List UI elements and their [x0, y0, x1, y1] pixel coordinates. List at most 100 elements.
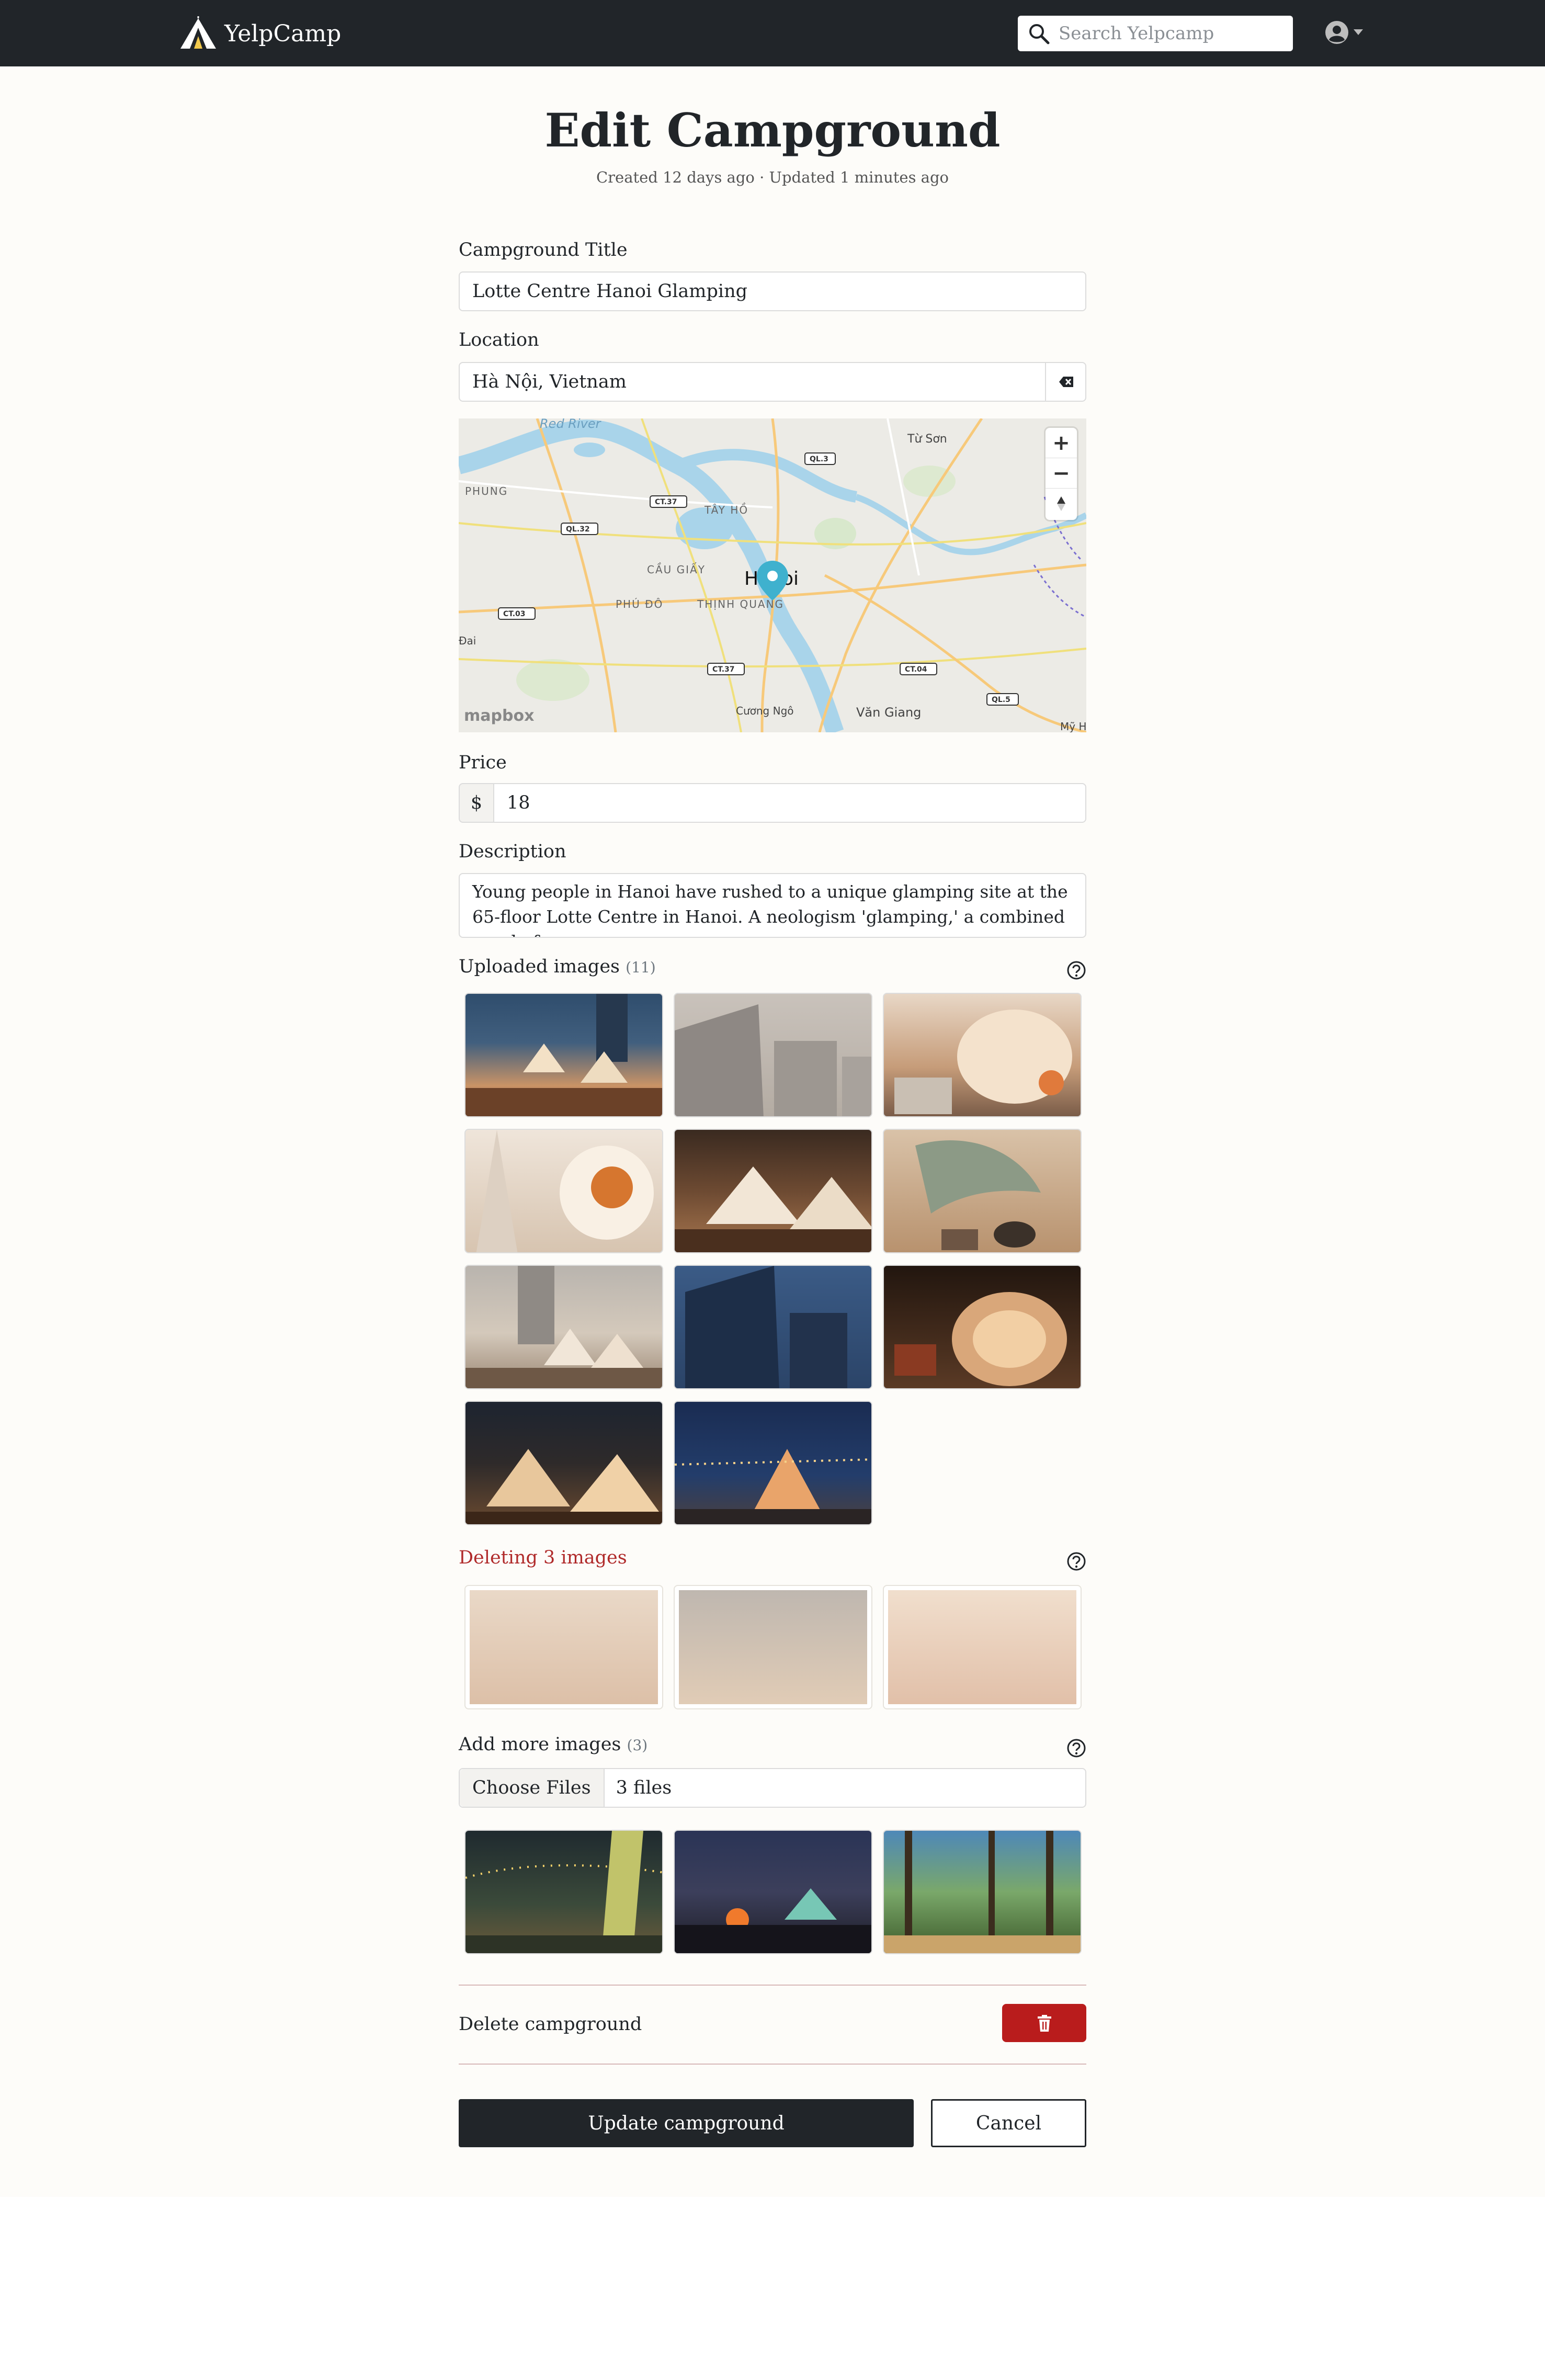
divider [459, 1985, 1086, 1986]
uploaded-image-thumbnail[interactable] [464, 1265, 663, 1389]
description-textarea[interactable]: Young people in Hanoi have rushed to a u… [459, 873, 1086, 938]
choose-files-button[interactable]: Choose Files [460, 1769, 605, 1807]
map-place-label: Red River [540, 418, 602, 431]
title-input[interactable]: Lotte Centre Hanoi Glamping [459, 271, 1086, 311]
map-place-label: Từ Sơn [907, 433, 947, 446]
user-avatar-icon [1325, 21, 1348, 44]
new-image-thumbnail[interactable] [883, 1830, 1082, 1954]
navbar: YelpCamp [0, 0, 1545, 66]
map-road-label: QL.32 [566, 525, 590, 534]
uploaded-image-thumbnail[interactable] [464, 1129, 663, 1253]
tents-lights-photo [465, 1449, 662, 1524]
add-images-label: Add more images [459, 1734, 621, 1755]
backspace-icon [1059, 377, 1073, 387]
map-place-label: Mỹ H [1060, 720, 1086, 732]
search-input[interactable] [1059, 23, 1289, 44]
deleting-image-thumbnail[interactable] [464, 1585, 663, 1709]
deleting-images-header: Deleting 3 images [459, 1547, 1086, 1573]
uploaded-image-thumbnail[interactable] [464, 993, 663, 1117]
interior-photo [894, 1010, 1072, 1114]
dome-night-photo [894, 1292, 1067, 1386]
deleting-image-thumbnail[interactable] [674, 1585, 872, 1709]
map-road-label: QL.5 [992, 696, 1010, 704]
tent-photo [465, 994, 662, 1116]
map-place-label: PHÚ ĐÔ [616, 598, 663, 610]
uploaded-images-title: Uploaded images (11) [459, 956, 656, 977]
uploaded-image-thumbnail[interactable] [883, 993, 1082, 1117]
delete-campground-label: Delete campground [459, 2014, 642, 2035]
currency-addon: $ [459, 783, 494, 823]
rooftop-tents-photo [465, 1266, 662, 1388]
search-icon [1029, 24, 1050, 44]
faded-image [888, 1590, 1076, 1704]
delete-campground-button[interactable] [1002, 2004, 1086, 2042]
map-place-label: TÂY HỒ [704, 503, 748, 516]
compass-button[interactable] [1046, 489, 1077, 519]
brand-name: YelpCamp [224, 20, 342, 47]
uploaded-image-thumbnail[interactable] [674, 993, 872, 1117]
map-place-label: Văn Giang [856, 705, 921, 720]
tent-blue-hour-photo [675, 1449, 871, 1524]
building-photo [675, 1004, 871, 1116]
map-place-label: CẦU GIẤY [647, 563, 706, 576]
uploaded-image-thumbnail[interactable] [674, 1265, 872, 1389]
file-input[interactable]: Choose Files 3 files [459, 1768, 1086, 1808]
compass-icon [1057, 496, 1065, 511]
location-map[interactable]: QL.3 CT.37 QL.32 CT.03 CT.37 CT.04 QL.5 … [459, 418, 1086, 732]
map-place-label: Cương Ngô [736, 705, 794, 717]
new-image-thumbnail[interactable] [674, 1830, 872, 1954]
uploaded-image-thumbnail[interactable] [883, 1129, 1082, 1253]
camp-lights-photo [465, 1831, 662, 1953]
price-label: Price [459, 752, 507, 773]
add-images-title: Add more images (3) [459, 1734, 647, 1755]
trash-icon [1037, 2014, 1051, 2032]
selected-files-text: 3 files [616, 1777, 672, 1798]
map-road-label: QL.3 [810, 455, 828, 463]
uploaded-image-thumbnail[interactable] [883, 1265, 1082, 1389]
map-place-label: PHUNG [465, 485, 508, 497]
uploaded-image-thumbnail[interactable] [464, 1401, 663, 1525]
map-controls: + − [1046, 428, 1077, 520]
mapbox-logo[interactable]: mapbox [464, 707, 534, 725]
location-input[interactable]: Hà Nội, Vietnam [459, 362, 1086, 402]
help-icon[interactable] [1066, 1551, 1086, 1571]
zoom-out-button[interactable]: − [1046, 458, 1077, 489]
location-label: Location [459, 330, 539, 350]
timestamps: Created 12 days ago · Updated 1 minutes … [596, 168, 949, 186]
page-title: Edit Campground [544, 103, 1001, 157]
chevron-down-icon [1354, 29, 1363, 35]
uploaded-images-label: Uploaded images [459, 956, 620, 977]
map-place-label: THỊNH QUANG [697, 598, 784, 610]
new-image-thumbnail[interactable] [464, 1830, 663, 1954]
clear-location-button[interactable] [1045, 362, 1086, 402]
brand-link[interactable]: YelpCamp [179, 16, 341, 51]
faded-image [470, 1590, 658, 1704]
tents-night-photo [675, 1166, 871, 1252]
price-input[interactable]: 18 [493, 783, 1086, 823]
user-menu-toggle[interactable] [1324, 20, 1363, 45]
tent-interior-photo [476, 1130, 654, 1252]
uploaded-images-count: (11) [626, 959, 656, 976]
tent-logo-icon [180, 16, 216, 49]
help-icon[interactable] [1066, 1738, 1086, 1758]
forest-camp-photo [884, 1831, 1081, 1953]
map-place-label: Đai [459, 634, 476, 647]
search-box[interactable] [1018, 16, 1293, 51]
uploaded-image-thumbnail[interactable] [674, 1129, 872, 1253]
add-images-count: (3) [627, 1737, 648, 1754]
title-label: Campground Title [459, 240, 628, 260]
description-label: Description [459, 841, 566, 862]
help-icon[interactable] [1066, 960, 1086, 980]
update-campground-button[interactable]: Update campground [459, 2099, 914, 2147]
deleting-images-title: Deleting 3 images [459, 1547, 627, 1568]
map-road-label: CT.37 [712, 665, 735, 674]
deleting-image-thumbnail[interactable] [883, 1585, 1082, 1709]
map-road-label: CT.37 [655, 498, 677, 506]
zoom-in-button[interactable]: + [1046, 428, 1077, 458]
cancel-button[interactable]: Cancel [931, 2099, 1086, 2147]
campfire-photo [675, 1888, 871, 1953]
uploaded-image-thumbnail[interactable] [674, 1401, 872, 1525]
uploaded-images-header: Uploaded images (11) [459, 956, 1086, 982]
map-road-label: CT.03 [503, 610, 526, 618]
tower-dusk-photo [685, 1266, 847, 1388]
